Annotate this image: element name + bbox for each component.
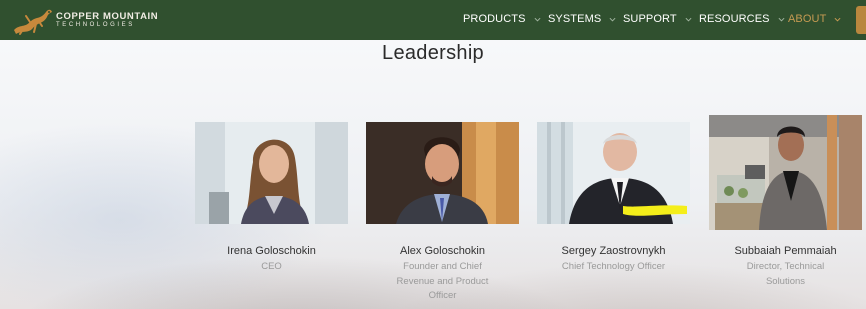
person-role: Chief Technology Officer [561, 261, 666, 272]
nav-products[interactable]: PRODUCTS [463, 13, 541, 25]
chevron-down-icon [609, 17, 616, 22]
nav-about-label: ABOUT [788, 13, 827, 25]
chevron-down-icon [778, 17, 785, 22]
person-role: Director, Technical Solutions [746, 261, 825, 287]
brand-logo[interactable]: COPPER MOUNTAIN TECHNOLOGIES [10, 4, 158, 36]
nav-resources-label: RESOURCES [699, 13, 770, 25]
nav-about[interactable]: ABOUT [788, 13, 841, 25]
person-role: Founder and Chief Revenue and Product Of… [396, 261, 489, 301]
nav-systems-label: SYSTEMS [548, 13, 602, 25]
top-navigation-bar: COPPER MOUNTAIN TECHNOLOGIES PRODUCTS SY… [0, 0, 866, 40]
chevron-down-icon [685, 17, 692, 22]
nav-systems[interactable]: SYSTEMS [548, 13, 616, 25]
chevron-down-icon [834, 17, 841, 22]
nav-support-label: SUPPORT [623, 13, 677, 25]
nav-support[interactable]: SUPPORT [623, 13, 692, 25]
person-photo[interactable] [195, 122, 348, 224]
person-name: Sergey Zaostrovnykh [561, 245, 666, 257]
person-name: Subbaiah Pemmaiah [734, 245, 837, 257]
portrait-image [709, 115, 862, 230]
person-name: Irena Goloschokin [227, 245, 316, 257]
portrait-image [537, 122, 690, 224]
lizard-logo-icon [14, 9, 52, 35]
brand-subtitle: TECHNOLOGIES [56, 22, 135, 29]
brand-name: COPPER MOUNTAIN [56, 10, 159, 22]
person-name: Alex Goloschokin [400, 245, 485, 257]
nav-products-label: PRODUCTS [463, 13, 526, 25]
person-photo[interactable] [709, 115, 862, 230]
section-title: Leadership [382, 42, 484, 64]
person-photo[interactable] [366, 122, 519, 224]
chevron-down-icon [534, 17, 541, 22]
nav-resources[interactable]: RESOURCES [699, 13, 785, 25]
portrait-image [366, 122, 519, 224]
person-photo[interactable] [537, 122, 690, 224]
person-role: CEO [261, 261, 282, 272]
portrait-image [195, 122, 348, 224]
header-cta-button[interactable] [856, 6, 866, 34]
